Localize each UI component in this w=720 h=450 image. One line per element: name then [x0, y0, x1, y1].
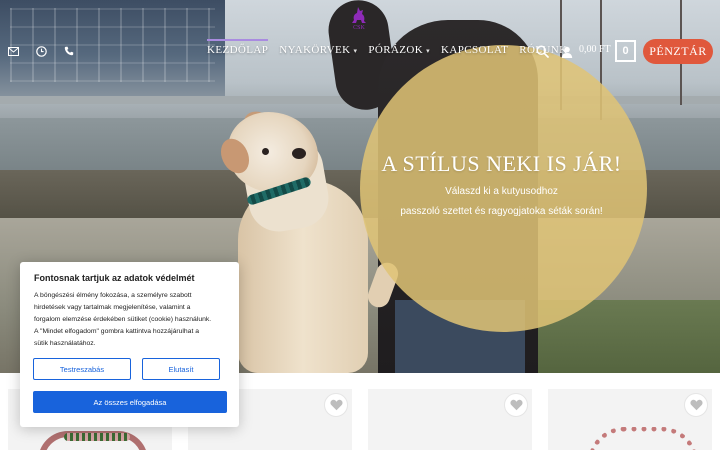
search-icon[interactable]	[536, 45, 550, 59]
product-card[interactable]	[368, 389, 532, 450]
nav-item-label: PÓRÁZOK	[368, 44, 424, 56]
nav-item-contact[interactable]: KAPCSOLAT	[441, 44, 508, 56]
nav-item-home[interactable]: KEZDŐLAP	[207, 39, 269, 56]
nav-item-label: KAPCSOLAT	[441, 44, 509, 56]
reject-button[interactable]: Elutasít	[142, 358, 220, 380]
cookie-consent-dialog: Fontosnak tartjuk az adatok védelmét A b…	[20, 262, 239, 427]
hero-title: A STÍLUS NEKI IS JÁR!	[381, 151, 622, 176]
user-account-icon[interactable]	[561, 45, 574, 58]
clock-icon[interactable]	[34, 44, 48, 58]
nav-item-label: NYAKÖRVEK	[279, 44, 351, 56]
wishlist-button[interactable]	[504, 393, 528, 417]
chevron-down-icon: ▾	[426, 47, 431, 55]
nav-item-collars[interactable]: NYAKÖRVEK ▾	[279, 44, 357, 56]
product-image	[38, 431, 148, 450]
nav-item-label: KEZDŐLAP	[207, 44, 269, 56]
dog-nose	[292, 148, 306, 159]
heart-icon	[329, 399, 343, 411]
cookie-text: hirdetések vagy tartalmak megjelenítése,…	[34, 304, 191, 311]
site-header: CSK KEZDŐLAP NYAKÖRVEK ▾ PÓRÁZOK ▾ KAPCSOL…	[0, 0, 720, 100]
svg-text:CSK: CSK	[353, 25, 365, 30]
phone-icon[interactable]	[62, 44, 76, 58]
dog-eye	[262, 148, 269, 155]
envelope-icon[interactable]	[6, 44, 20, 58]
hero-subtitle: Válaszd ki a kutyusodhoz	[445, 186, 558, 197]
checkout-button[interactable]: PÉNZTÁR	[643, 39, 713, 64]
nav-item-leashes[interactable]: PÓRÁZOK ▾	[368, 44, 430, 56]
product-image	[588, 427, 698, 450]
cookie-text: A böngészési élmény fokozása, a személyr…	[34, 292, 192, 299]
wishlist-button[interactable]	[684, 393, 708, 417]
cart-count-button[interactable]: 0	[615, 40, 636, 62]
accept-all-button[interactable]: Az összes elfogadása	[33, 391, 227, 413]
main-nav: KEZDŐLAP NYAKÖRVEK ▾ PÓRÁZOK ▾ KAPCSOLAT R…	[207, 39, 567, 56]
product-card[interactable]	[548, 389, 712, 450]
customize-button[interactable]: Testreszabás	[33, 358, 131, 380]
cart-total[interactable]: 0,00 FT	[579, 44, 611, 55]
cookie-text: A "Mindet elfogadom" gombra kattintva ho…	[34, 328, 200, 335]
chevron-down-icon: ▾	[353, 47, 358, 55]
cookie-title: Fontosnak tartjuk az adatok védelmét	[34, 273, 195, 283]
cookie-text: sütik használatához.	[34, 340, 96, 347]
site-logo[interactable]: CSK	[348, 6, 370, 31]
heart-icon	[689, 399, 703, 411]
hero-subtitle: passzoló szettet és ragyogjatoka séták s…	[400, 206, 603, 217]
cookie-text: forgalom elemzése érdekében sütiket (coo…	[34, 316, 212, 323]
wishlist-button[interactable]	[324, 393, 348, 417]
heart-icon	[509, 399, 523, 411]
contact-icons	[6, 44, 76, 58]
